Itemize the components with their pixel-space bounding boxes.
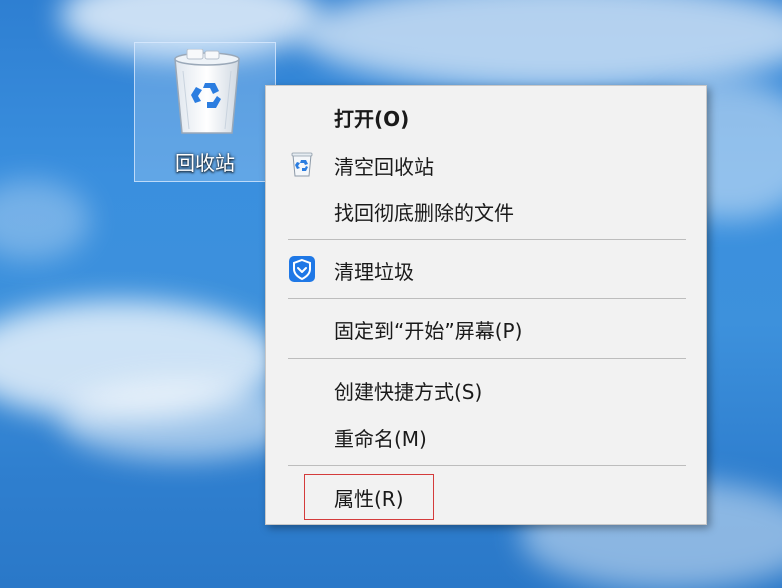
context-menu: 打开(O) 清空回收站 找回彻底删除的文件 清理垃圾 固定到“开始”屏幕(P) … [265, 85, 707, 525]
cloud [300, 0, 782, 90]
recycle-bin-small-icon [291, 152, 313, 177]
shield-icon [289, 256, 315, 282]
menu-item-label: 固定到“开始”屏幕(P) [334, 319, 523, 343]
desktop-icon-recycle-bin[interactable]: 回收站 [134, 42, 276, 182]
menu-item-pin-to-start[interactable]: 固定到“开始”屏幕(P) [266, 308, 706, 348]
menu-separator [288, 298, 686, 299]
menu-item-label: 找回彻底删除的文件 [334, 201, 514, 225]
menu-item-label: 重命名(M) [334, 427, 427, 451]
menu-item-empty-recycle-bin[interactable]: 清空回收站 [266, 144, 706, 184]
recycle-bin-icon [174, 49, 240, 134]
menu-item-recover-deleted-files[interactable]: 找回彻底删除的文件 [266, 190, 706, 230]
menu-item-create-shortcut[interactable]: 创建快捷方式(S) [266, 369, 706, 409]
menu-item-open[interactable]: 打开(O) [266, 96, 706, 136]
menu-item-label: 清空回收站 [334, 155, 434, 179]
menu-item-label: 打开(O) [334, 107, 410, 131]
desktop-icon-label: 回收站 [175, 151, 235, 175]
menu-separator [288, 239, 686, 240]
desktop: 回收站 打开(O) 清空回收站 找回彻底删除的文件 清理垃圾 固定到“开始”屏幕… [0, 0, 782, 588]
menu-item-label: 清理垃圾 [334, 260, 414, 284]
menu-item-rename[interactable]: 重命名(M) [266, 416, 706, 456]
menu-separator [288, 465, 686, 466]
cloud [60, 380, 300, 460]
properties-highlight-box [304, 474, 434, 520]
menu-item-clean-junk[interactable]: 清理垃圾 [266, 249, 706, 289]
menu-separator [288, 358, 686, 359]
cloud [0, 180, 90, 260]
menu-item-label: 创建快捷方式(S) [334, 380, 483, 404]
